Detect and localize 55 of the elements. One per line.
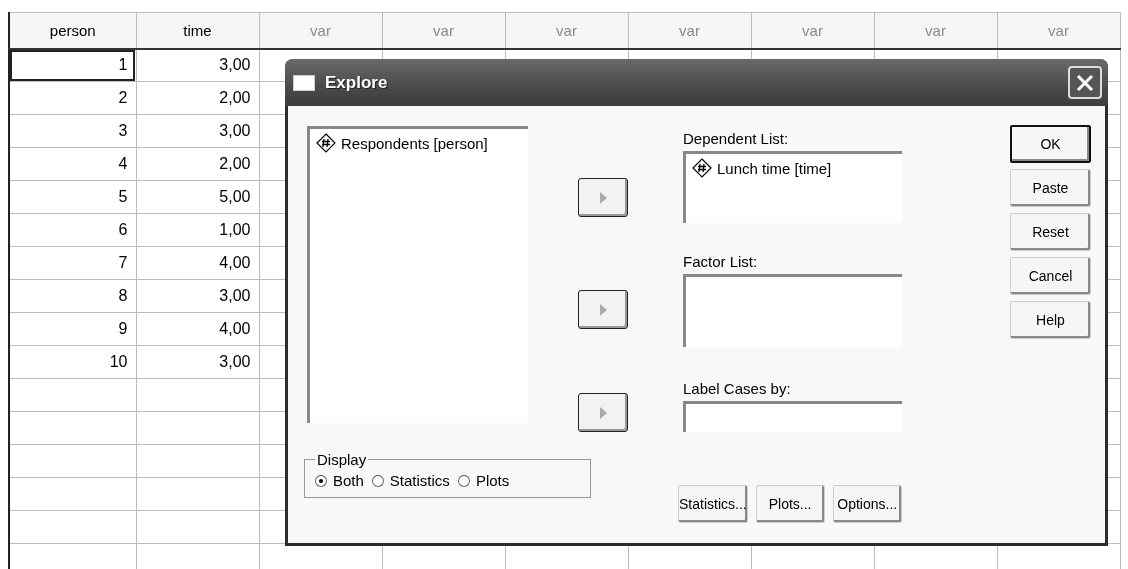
radio-option[interactable]: Both <box>315 472 364 489</box>
dialog-button[interactable]: Cancel <box>1010 257 1091 295</box>
numeric-variable-icon <box>316 133 336 153</box>
column-header[interactable]: person <box>9 12 136 49</box>
field-label: Dependent List: <box>683 130 790 147</box>
factor-list[interactable] <box>683 274 902 347</box>
dialog-title: Explore <box>325 72 389 93</box>
table-cell: 5,00 <box>136 180 259 214</box>
dependent-list[interactable]: Lunch time [time] <box>683 151 902 223</box>
close-button[interactable] <box>1068 66 1102 99</box>
dialog-button[interactable]: Help <box>1010 301 1091 339</box>
triangle-right-icon <box>598 405 608 420</box>
list-item[interactable]: Lunch time [time] <box>717 159 832 177</box>
table-cell: 3 <box>9 114 136 148</box>
dialog-button[interactable]: Paste <box>1010 169 1091 207</box>
field-label: Factor List: <box>683 253 759 270</box>
radio-option[interactable]: Plots <box>457 472 510 489</box>
dialog-button[interactable]: Reset <box>1010 213 1091 251</box>
table-cell: 3,00 <box>136 345 259 379</box>
dialog-button[interactable]: OK <box>1010 125 1091 163</box>
table-cell: 9 <box>9 312 136 346</box>
column-header[interactable]: time <box>136 12 259 49</box>
table-cell: 5 <box>9 180 136 214</box>
table-cell: 3,00 <box>136 114 259 148</box>
triangle-right-icon <box>598 190 608 205</box>
table-cell: 1,00 <box>136 213 259 247</box>
table-cell: 2,00 <box>136 147 259 181</box>
triangle-right-icon <box>598 302 608 317</box>
table-cell: 6 <box>9 213 136 247</box>
table-cell: 3,00 <box>136 48 259 82</box>
list-item[interactable]: Respondents [person] <box>341 134 488 152</box>
table-cell: 4 <box>9 147 136 181</box>
table-cell: 2,00 <box>136 81 259 115</box>
table-cell: 7 <box>9 246 136 280</box>
table-cell: 3,00 <box>136 279 259 313</box>
radio-icon[interactable] <box>315 474 327 487</box>
dialog-button[interactable]: Options... <box>832 485 902 523</box>
radio-option[interactable]: Statistics <box>371 472 450 489</box>
dialog-button[interactable]: Statistics... <box>678 485 748 523</box>
numeric-variable-icon <box>692 158 712 178</box>
table-cell: 2 <box>9 81 136 115</box>
table-cell: 4,00 <box>136 246 259 280</box>
radio-icon[interactable] <box>371 474 384 487</box>
field-label: Label Cases by: <box>683 380 792 397</box>
window-icon <box>293 74 315 91</box>
table-cell: 4,00 <box>136 312 259 346</box>
table-cell: 1 <box>9 48 136 82</box>
table-cell: 10 <box>9 345 136 379</box>
table-cell: 8 <box>9 279 136 313</box>
label-cases-field[interactable] <box>683 401 902 432</box>
dialog-button[interactable]: Plots... <box>755 485 825 523</box>
group-label: Display <box>316 451 368 468</box>
close-icon <box>1075 72 1095 93</box>
radio-icon[interactable] <box>457 474 470 487</box>
source-variable-list[interactable]: Respondents [person] <box>307 126 528 423</box>
